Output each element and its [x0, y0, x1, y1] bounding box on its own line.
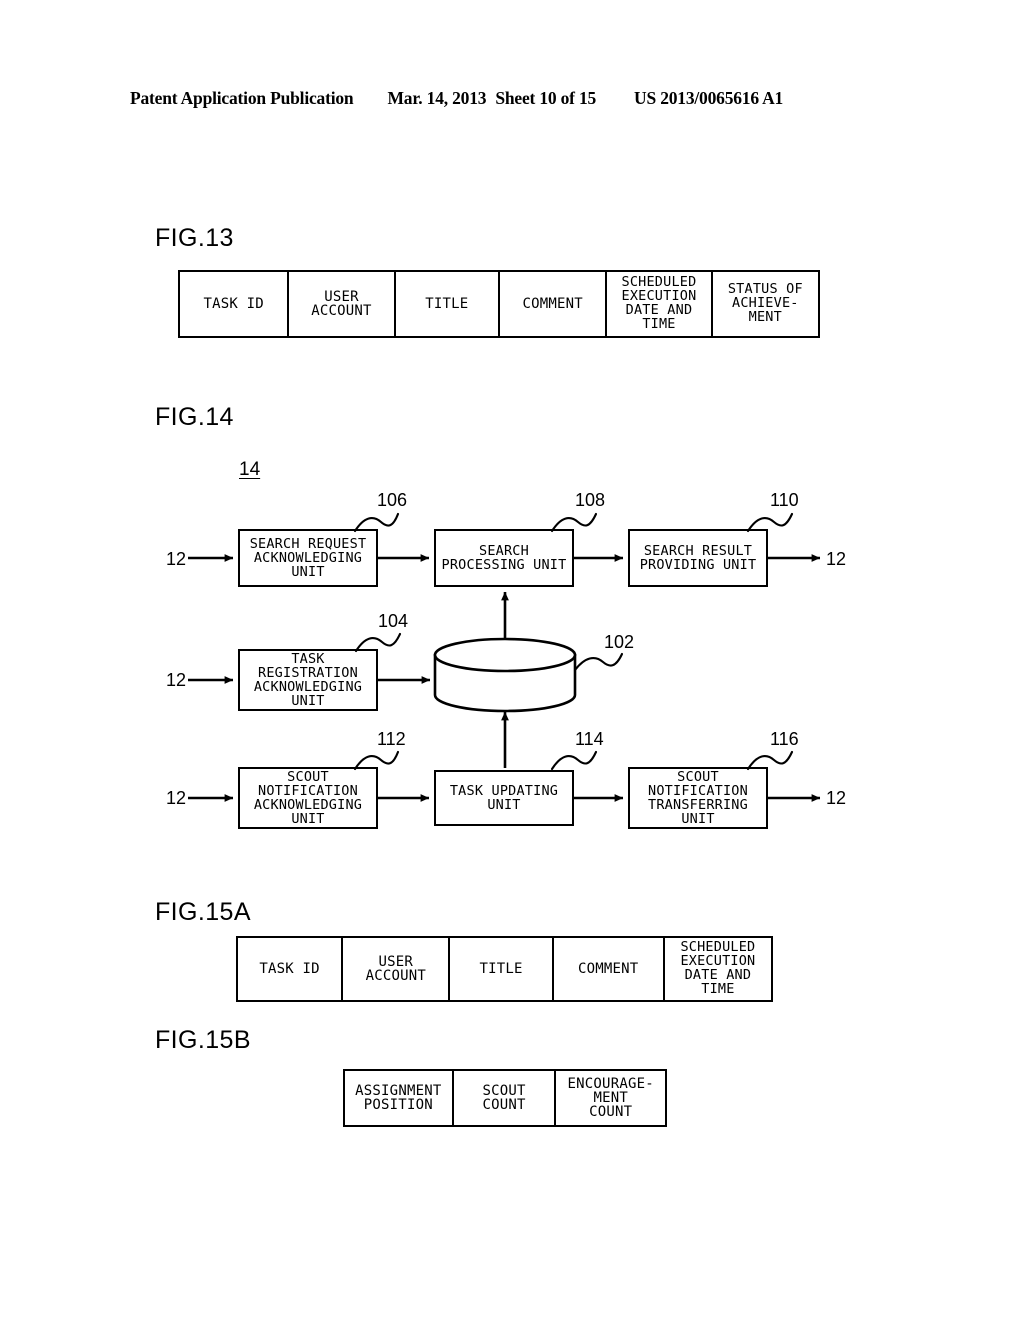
- fig14-node-scout-notification-acknowledging-unit: SCOUT NOTIFICATION ACKNOWLEDGING UNIT: [238, 767, 378, 829]
- fig14-port-left-row3: 12: [166, 788, 187, 808]
- fig14-ref-108: 108: [575, 490, 606, 510]
- fig14-node-search-request-acknowledging-unit: SEARCH REQUEST ACKNOWLEDGING UNIT: [238, 529, 378, 587]
- fig14-ref-114: 114: [575, 729, 604, 749]
- fig15a-column-title: TITLE: [450, 938, 554, 1000]
- fig14-node-scout-notification-transferring-unit: SCOUT NOTIFICATION TRANSFERRING UNIT: [628, 767, 768, 829]
- fig15b-column-scout-count: SCOUT COUNT: [454, 1071, 557, 1125]
- fig14-port-right-row1: 12: [826, 549, 847, 569]
- fig14-ref-116: 116: [770, 729, 799, 749]
- figure-caption-fig15a: FIG.15A: [155, 898, 251, 926]
- fig14-port-right-row3: 12: [826, 788, 847, 808]
- leader-114: [550, 750, 598, 771]
- fig14-node-task-updating-unit: TASK UPDATING UNIT: [434, 770, 574, 826]
- fig14-ref-106: 106: [377, 490, 408, 510]
- fig14-node-search-processing-unit: SEARCH PROCESSING UNIT: [434, 529, 574, 587]
- figure-caption-fig15b: FIG.15B: [155, 1026, 251, 1054]
- fig15a-column-scheduled-execution-date-and-time: SCHEDULED EXECUTION DATE AND TIME: [680, 939, 756, 997]
- fig14-ref-110: 110: [770, 490, 799, 510]
- fig14-ref-112: 112: [377, 729, 406, 749]
- fig14-port-left-row2: 12: [166, 670, 187, 690]
- fig15a-table: TASK ID USER ACCOUNT TITLE COMMENT SCHED…: [236, 936, 773, 1002]
- fig15a-column-user-account: USER ACCOUNT: [343, 938, 451, 1000]
- fig14-port-left-row1: 12: [166, 549, 187, 569]
- fig14-node-task-registration-acknowledging-unit: TASK REGISTRATION ACKNOWLEDGING UNIT: [238, 649, 378, 711]
- fig15b-column-encouragement-count: ENCOURAGE- MENT COUNT: [567, 1075, 654, 1121]
- fig14-ref-102: 102: [604, 632, 635, 652]
- fig15a-column-task-id: TASK ID: [238, 938, 344, 1000]
- patent-drawing-sheet: Patent Application Publication Mar. 14, …: [0, 0, 1024, 1320]
- fig15a-column-comment: COMMENT: [554, 938, 665, 1000]
- fig14-node-search-result-providing-unit: SEARCH RESULT PROVIDING UNIT: [628, 529, 768, 587]
- fig14-node-task-storage-unit: TASK STORAGE UNIT: [455, 664, 555, 695]
- fig15b-table: ASSIGNMENT POSITION SCOUT COUNT ENCOURAG…: [343, 1069, 667, 1127]
- fig15b-column-assignment-position: ASSIGNMENT POSITION: [345, 1071, 454, 1125]
- leader-102: [573, 652, 624, 672]
- fig14-ref-104: 104: [378, 611, 409, 631]
